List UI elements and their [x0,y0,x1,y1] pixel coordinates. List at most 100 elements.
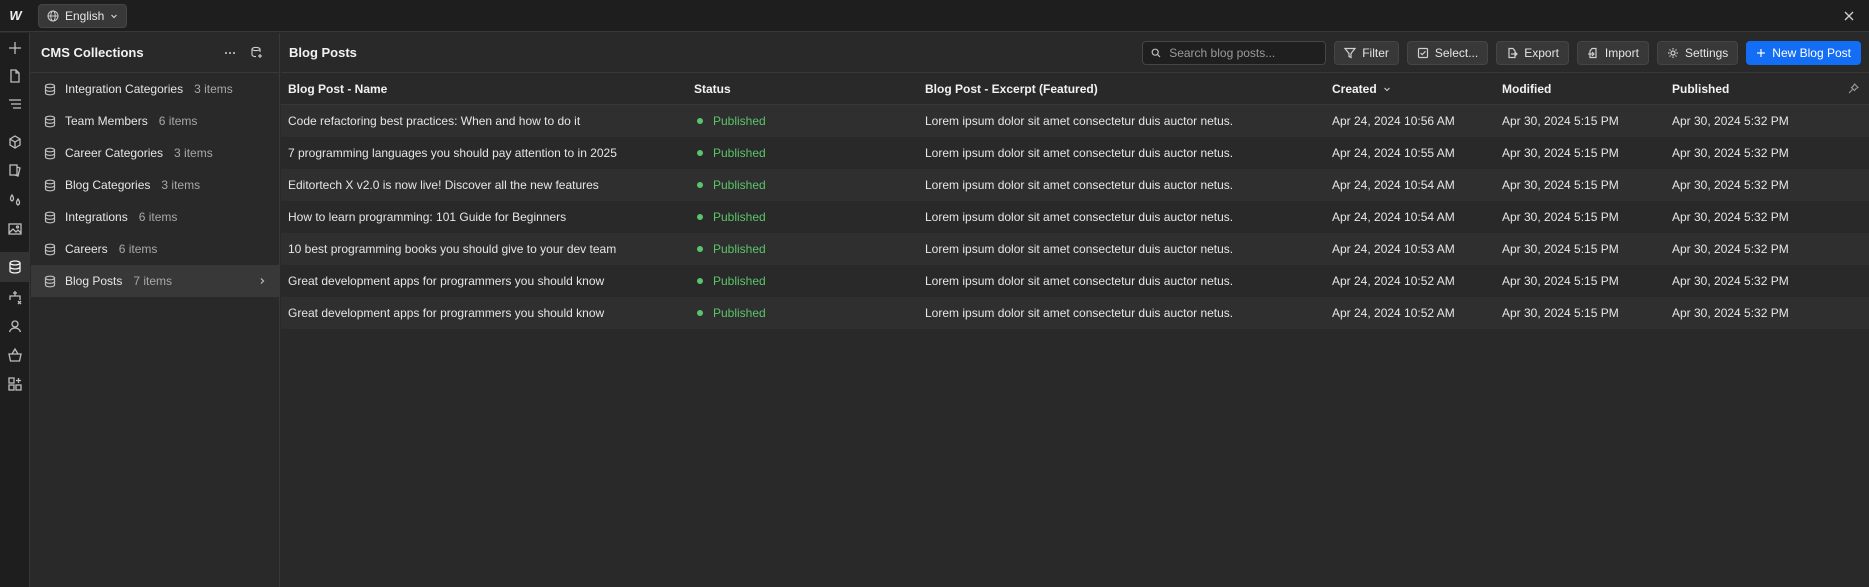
cell-status: Published [687,210,918,224]
top-bar: W English [0,0,1869,32]
cell-name[interactable]: 7 programming languages you should pay a… [281,146,687,160]
select-button[interactable]: Select... [1406,40,1489,65]
collection-count: 3 items [161,178,201,192]
column-header-status[interactable]: Status [687,82,918,96]
style-selectors-icon[interactable] [0,155,30,185]
cell-excerpt: Lorem ipsum dolor sit amet consectetur d… [925,210,1234,224]
cell-published: Apr 30, 2024 5:32 PM [1672,306,1789,320]
cell-published: Apr 30, 2024 5:32 PM [1672,210,1789,224]
components-icon[interactable] [0,127,30,157]
search-box[interactable] [1142,40,1327,65]
import-icon [1587,47,1597,58]
table-row[interactable]: Editortech X v2.0 is now live! Discover … [281,169,1869,201]
logic-icon[interactable] [0,282,30,312]
table-row[interactable]: Great development apps for programmers y… [281,265,1869,297]
settings-button[interactable]: Settings [1656,40,1739,65]
status-dot-icon [697,246,703,252]
export-label: Export [1524,45,1559,60]
new-blog-post-button[interactable]: New Blog Post [1746,40,1861,65]
plus-icon [1757,48,1766,57]
cell-created: Apr 24, 2024 10:53 AM [1332,242,1455,256]
table-body: Code refactoring best practices: When an… [281,105,1869,329]
cell-name[interactable]: Code refactoring best practices: When an… [281,114,687,128]
cell-name[interactable]: Great development apps for programmers y… [281,306,687,320]
status-label: Published [713,114,766,128]
chevron-right-icon [258,274,266,288]
column-header-created-label: Created [1332,81,1377,96]
variables-icon[interactable] [0,185,30,215]
collection-count: 6 items [158,114,198,128]
search-icon [1151,48,1161,57]
column-header-created[interactable]: Created [1325,82,1495,96]
column-header-excerpt[interactable]: Blog Post - Excerpt (Featured) [918,82,1325,96]
collection-item-careers[interactable]: Careers 6 items [31,233,279,265]
cell-excerpt: Lorem ipsum dolor sit amet consectetur d… [925,242,1234,256]
column-header-modified[interactable]: Modified [1495,82,1665,96]
collection-item-blog-categories[interactable]: Blog Categories 3 items [31,169,279,201]
close-icon[interactable] [1839,6,1859,26]
status-dot-icon [697,278,703,284]
globe-icon [47,10,59,21]
cell-modified: Apr 30, 2024 5:15 PM [1502,242,1619,256]
filter-label: Filter [1362,45,1389,60]
status-dot-icon [697,310,703,316]
filter-button[interactable]: Filter [1334,40,1399,65]
collection-item-integration-categories[interactable]: Integration Categories 3 items [31,73,279,105]
collection-count: 7 items [133,274,173,288]
add-collection-icon[interactable] [243,42,269,64]
cell-created: Apr 24, 2024 10:54 AM [1332,210,1455,224]
collection-item-career-categories[interactable]: Career Categories 3 items [31,137,279,169]
search-input[interactable] [1167,44,1318,61]
pin-icon[interactable] [1835,83,1869,94]
cms-icon[interactable] [0,252,30,282]
language-selector[interactable]: English [38,3,128,28]
table-row[interactable]: Code refactoring best practices: When an… [281,105,1869,137]
status-label: Published [713,242,766,256]
cell-name[interactable]: Editortech X v2.0 is now live! Discover … [281,178,687,192]
status-dot-icon [697,214,703,220]
blog-posts-table: Blog Post - Name Status Blog Post - Exce… [281,73,1869,329]
collection-count: 3 items [174,146,213,160]
collection-item-blog-posts[interactable]: Blog Posts 7 items [31,265,279,297]
cell-name[interactable]: 10 best programming books you should giv… [281,242,687,256]
webflow-logo[interactable]: W [0,0,30,32]
gear-icon [1667,47,1678,58]
collection-item-integrations[interactable]: Integrations 6 items [31,201,279,233]
table-row[interactable]: 7 programming languages you should pay a… [281,137,1869,169]
table-row[interactable]: How to learn programming: 101 Guide for … [281,201,1869,233]
collections-header: CMS Collections [31,33,279,73]
collection-label: Integration Categories [65,82,184,96]
cell-created: Apr 24, 2024 10:56 AM [1332,114,1455,128]
cell-created: Apr 24, 2024 10:52 AM [1332,306,1455,320]
column-header-published[interactable]: Published [1665,82,1835,96]
table-row[interactable]: Great development apps for programmers y… [281,297,1869,329]
cell-excerpt: Lorem ipsum dolor sit amet consectetur d… [925,306,1234,320]
collection-label: Careers [65,242,108,256]
database-icon [44,115,56,127]
pages-icon[interactable] [0,61,30,91]
navigator-icon[interactable] [0,89,30,119]
cell-published: Apr 30, 2024 5:32 PM [1672,242,1789,256]
collections-list: Integration Categories 3 items Team Memb… [31,73,279,297]
database-icon [44,243,56,255]
collection-item-team-members[interactable]: Team Members 6 items [31,105,279,137]
cell-name[interactable]: Great development apps for programmers y… [281,274,687,288]
import-button[interactable]: Import [1576,40,1649,65]
column-header-name[interactable]: Blog Post - Name [281,82,687,96]
assets-icon[interactable] [0,214,30,244]
cell-excerpt: Lorem ipsum dolor sit amet consectetur d… [925,274,1234,288]
cell-excerpt: Lorem ipsum dolor sit amet consectetur d… [925,114,1234,128]
cell-status: Published [687,178,918,192]
collection-count: 6 items [138,210,178,224]
users-icon[interactable] [0,311,30,341]
export-icon [1508,47,1519,58]
table-row[interactable]: 10 best programming books you should giv… [281,233,1869,265]
add-icon[interactable] [0,33,30,63]
more-options-icon[interactable] [217,42,243,64]
ecommerce-icon[interactable] [0,340,30,370]
cell-name[interactable]: How to learn programming: 101 Guide for … [281,210,687,224]
export-button[interactable]: Export [1496,40,1569,65]
apps-icon[interactable] [0,369,30,399]
main-header: Blog Posts Filter Select... Export Impor… [281,33,1869,73]
cell-published: Apr 30, 2024 5:32 PM [1672,274,1789,288]
